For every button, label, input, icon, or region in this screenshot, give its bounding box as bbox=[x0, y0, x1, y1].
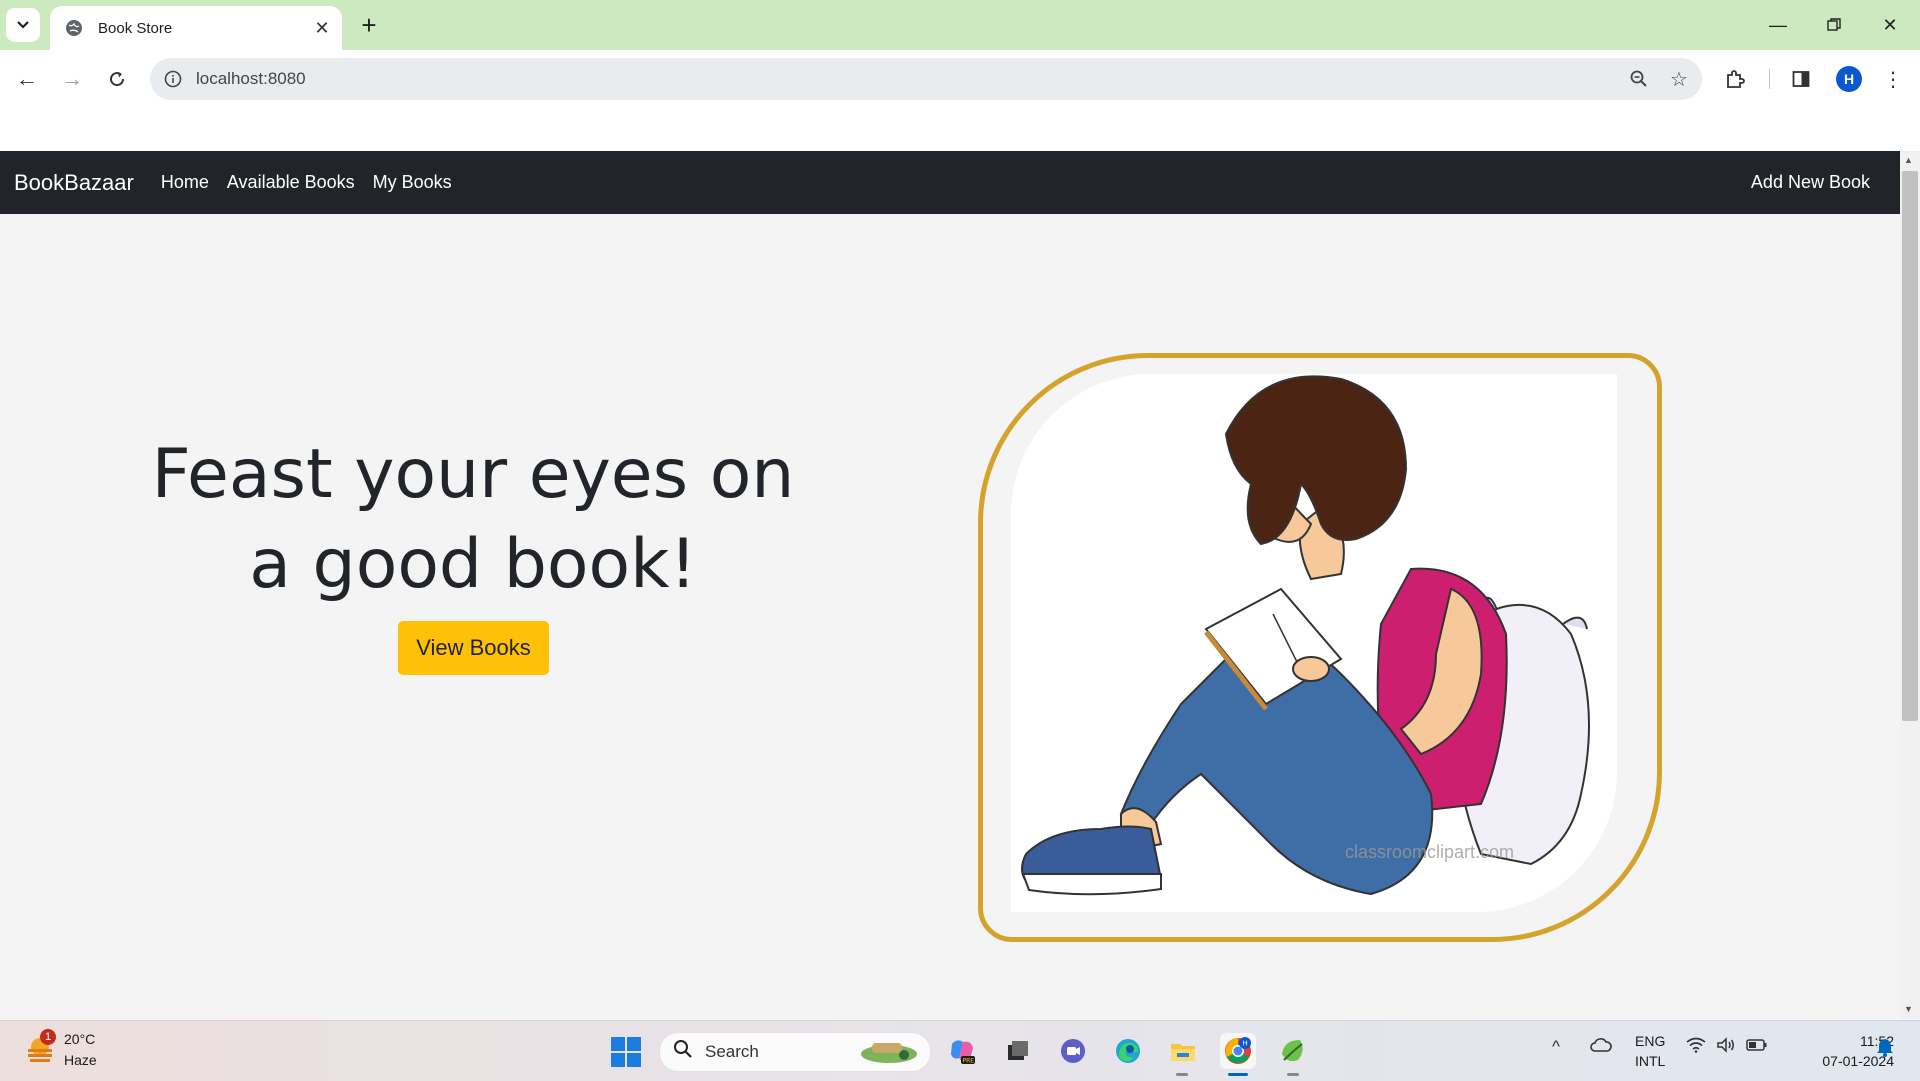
tab-title: Book Store bbox=[98, 19, 173, 37]
wifi-icon[interactable] bbox=[1686, 1037, 1706, 1058]
windows-start-icon[interactable] bbox=[611, 1037, 641, 1067]
taskbar-search-label: Search bbox=[705, 1042, 759, 1061]
url-text[interactable]: localhost:8080 bbox=[196, 69, 1622, 89]
windows-taskbar: 1 20°C Haze Search PRE H ^ ENG INTL 11:5… bbox=[0, 1020, 1920, 1081]
site-info-icon[interactable] bbox=[162, 68, 184, 90]
browser-tab[interactable]: Book Store ✕ bbox=[50, 6, 342, 50]
nav-my-books[interactable]: My Books bbox=[373, 172, 452, 193]
reading-girl-drawing bbox=[1021, 375, 1590, 896]
app-green-leaf-icon[interactable] bbox=[1275, 1033, 1311, 1069]
view-books-button[interactable]: View Books bbox=[398, 621, 549, 675]
weather-temperature[interactable]: 20°C bbox=[64, 1031, 95, 1047]
minimize-icon[interactable]: — bbox=[1750, 0, 1806, 50]
file-explorer-icon[interactable] bbox=[1165, 1033, 1201, 1069]
site-navbar: BookBazaar Home Available Books My Books… bbox=[0, 151, 1900, 214]
language-indicator-line2[interactable]: INTL bbox=[1635, 1053, 1665, 1069]
weather-description[interactable]: Haze bbox=[64, 1052, 97, 1068]
close-tab-icon[interactable]: ✕ bbox=[308, 14, 336, 42]
image-watermark: classroomclipart.com bbox=[1345, 842, 1515, 862]
scroll-down-arrow-icon[interactable]: ▼ bbox=[1904, 1004, 1913, 1014]
copilot-icon[interactable]: PRE bbox=[944, 1033, 980, 1069]
scroll-up-arrow-icon[interactable]: ▲ bbox=[1904, 155, 1913, 165]
chevron-down-icon bbox=[17, 21, 29, 29]
menu-dots-icon[interactable]: ⋮ bbox=[1876, 62, 1910, 96]
new-tab-button[interactable]: + bbox=[352, 10, 386, 40]
side-panel-icon[interactable] bbox=[1784, 62, 1818, 96]
bookmark-star-icon[interactable]: ☆ bbox=[1662, 62, 1696, 96]
restore-icon[interactable] bbox=[1806, 0, 1862, 50]
tab-search-button[interactable] bbox=[6, 8, 40, 42]
toolbar-divider bbox=[1769, 69, 1770, 89]
hero-heading: Feast your eyes on a good book! bbox=[150, 430, 796, 610]
volume-icon[interactable] bbox=[1716, 1037, 1736, 1058]
task-view-icon[interactable] bbox=[1000, 1033, 1036, 1069]
browser-toolbar: ← → localhost:8080 ☆ ⋮ bbox=[0, 50, 1920, 108]
onedrive-cloud-icon[interactable] bbox=[1590, 1037, 1612, 1058]
profile-avatar[interactable]: H bbox=[1836, 66, 1862, 92]
reload-icon[interactable] bbox=[100, 62, 134, 96]
search-icon bbox=[673, 1039, 693, 1065]
meet-chat-icon[interactable] bbox=[1055, 1033, 1091, 1069]
svg-text:PRE: PRE bbox=[963, 1058, 975, 1065]
browser-tab-strip: Book Store ✕ + — ✕ bbox=[0, 0, 1920, 50]
hero-heading-line1: Feast your eyes on bbox=[151, 435, 795, 514]
chrome-active-indicator bbox=[1228, 1073, 1248, 1076]
back-arrow-icon[interactable]: ← bbox=[10, 62, 44, 96]
taskbar-search-box[interactable]: Search bbox=[659, 1032, 931, 1072]
weather-badge: 1 bbox=[40, 1029, 56, 1045]
forward-arrow-icon[interactable]: → bbox=[55, 62, 89, 96]
scroll-thumb[interactable] bbox=[1902, 171, 1918, 721]
chevron-up-icon[interactable]: ^ bbox=[1552, 1037, 1560, 1057]
extensions-icon[interactable] bbox=[1718, 62, 1752, 96]
reading-girl-illustration bbox=[1011, 374, 1617, 912]
chrome-icon[interactable]: H bbox=[1220, 1033, 1256, 1069]
svg-text:H: H bbox=[1243, 1040, 1248, 1048]
globe-icon bbox=[64, 18, 84, 38]
language-indicator-line1[interactable]: ENG bbox=[1635, 1033, 1665, 1049]
zoom-icon[interactable] bbox=[1622, 62, 1656, 96]
nav-available-books[interactable]: Available Books bbox=[227, 172, 355, 193]
hero-heading-line2: a good book! bbox=[249, 525, 697, 604]
blank-strip bbox=[0, 108, 1920, 151]
search-highlight-icon bbox=[861, 1043, 917, 1063]
address-bar[interactable]: localhost:8080 ☆ bbox=[150, 58, 1702, 100]
nav-home[interactable]: Home bbox=[161, 172, 209, 193]
add-new-book-link[interactable]: Add New Book bbox=[1751, 172, 1870, 193]
battery-icon[interactable] bbox=[1746, 1037, 1768, 1057]
explorer-running-indicator bbox=[1176, 1073, 1188, 1076]
edge-browser-icon[interactable] bbox=[1110, 1033, 1146, 1069]
brand-logo[interactable]: BookBazaar bbox=[14, 170, 134, 196]
app-running-indicator bbox=[1287, 1073, 1299, 1076]
close-window-icon[interactable]: ✕ bbox=[1862, 0, 1918, 50]
notification-bell-icon[interactable] bbox=[1876, 1037, 1894, 1062]
